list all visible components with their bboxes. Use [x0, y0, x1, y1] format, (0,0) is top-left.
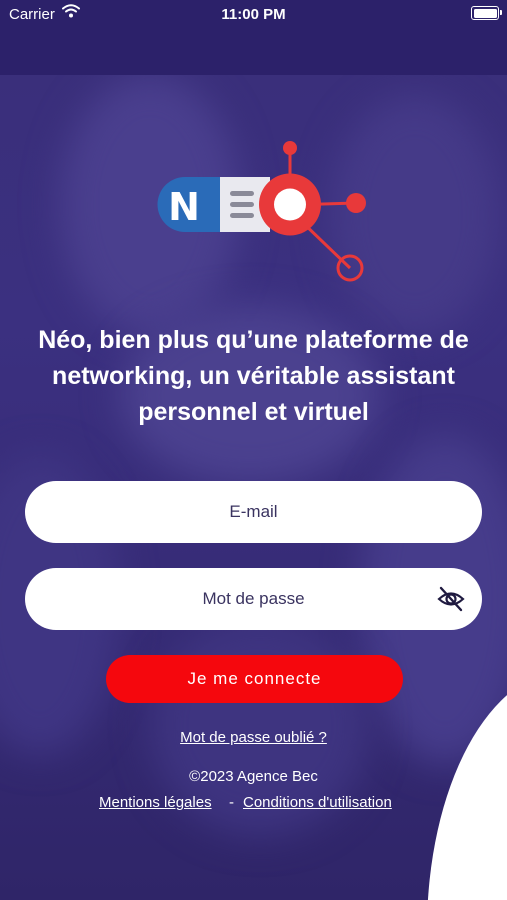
status-bar: Carrier 11:00 PM — [0, 0, 507, 30]
login-screen: Carrier 11:00 PM N Néo, bien plus qu’une… — [0, 0, 507, 900]
neo-logo: N — [157, 141, 366, 282]
terms-link[interactable]: Conditions d'utilisation — [243, 794, 392, 811]
status-time: 11:00 PM — [221, 6, 286, 23]
svg-text:N: N — [168, 185, 200, 229]
email-field-container — [25, 481, 482, 543]
copyright: ©2023 Agence Bec — [189, 768, 318, 785]
footer-separator: - — [229, 794, 234, 811]
login-button[interactable]: Je me connecte — [106, 655, 403, 703]
email-input[interactable] — [25, 481, 482, 543]
forgot-password-link[interactable]: Mot de passe oublié ? — [0, 729, 507, 746]
eye-slash-icon[interactable] — [436, 584, 466, 614]
legal-notice-link[interactable]: Mentions légales — [99, 794, 212, 811]
password-field-container — [25, 568, 482, 630]
battery-icon — [471, 6, 502, 20]
password-input[interactable] — [25, 568, 482, 630]
tagline: Néo, bien plus qu’une plateforme de netw… — [38, 326, 469, 426]
